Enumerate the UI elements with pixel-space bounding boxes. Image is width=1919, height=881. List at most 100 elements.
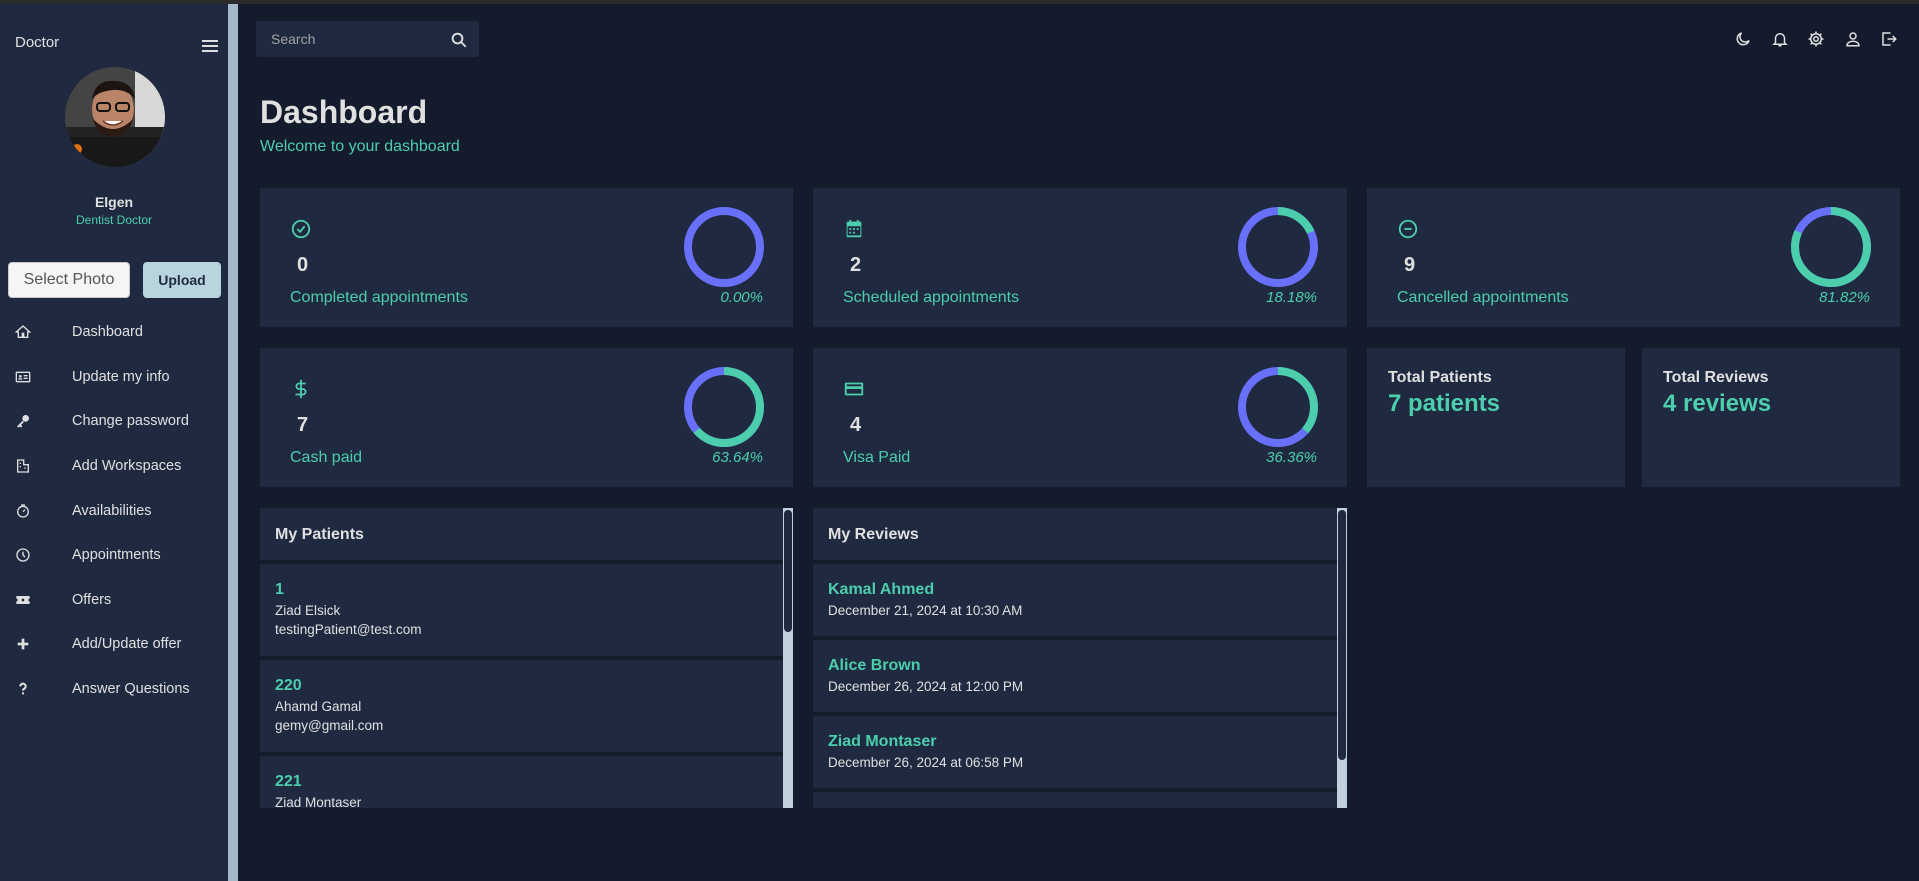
sidebar-item-change-password[interactable]: Change password — [0, 399, 228, 444]
patient-item[interactable]: 221 Ziad Montaser — [260, 756, 793, 808]
user-title: Dentist Doctor — [75, 213, 153, 227]
sidebar-item-label: Add/Update offer — [72, 636, 182, 653]
patient-item[interactable]: 220 Ahamd Gamal gemy@gmail.com — [260, 660, 793, 752]
progress-ring — [684, 207, 764, 287]
clock-icon — [16, 548, 30, 562]
stat-label: Visa Paid — [843, 449, 911, 466]
sidebar-item-label: Add Workspaces — [72, 458, 182, 475]
patient-id: 220 — [275, 677, 302, 694]
sidebar-item-answer-questions[interactable]: Answer Questions — [0, 667, 228, 712]
stat-card-completed: 0 Completed appointments 0.00% — [260, 188, 793, 327]
topbar-icons — [1725, 28, 1908, 50]
reviews-panel-title: My Reviews — [813, 508, 1347, 560]
patients-panel: My Patients 1 Ziad Elsick testingPatient… — [260, 508, 793, 808]
stat-card-cash: 7 Cash paid 63.64% — [260, 348, 793, 487]
building-icon — [17, 459, 29, 473]
search-icon[interactable] — [450, 31, 468, 49]
stat-value: 7 — [297, 414, 309, 436]
avatar — [65, 67, 165, 167]
bell-icon — [1771, 33, 1788, 47]
review-date: December 26, 2024 at 06:58 PM — [828, 755, 1024, 770]
patient-name: Ahamd Gamal — [275, 699, 362, 714]
notifications-button[interactable] — [1762, 28, 1799, 50]
dollar-icon — [295, 379, 307, 399]
upload-button[interactable]: Upload — [143, 262, 221, 298]
sidebar-item-update-info[interactable]: Update my info — [0, 355, 228, 400]
menu-toggle-icon[interactable] — [200, 38, 220, 54]
stat-value: 2 — [850, 254, 862, 276]
reviewer-name: Ziad Montaser — [828, 733, 937, 750]
patient-id: 221 — [275, 773, 302, 790]
ticket-icon — [16, 595, 30, 604]
search-box — [256, 21, 479, 57]
reviews-scrollbar[interactable] — [1337, 508, 1347, 808]
logout-button[interactable] — [1871, 28, 1908, 50]
plus-icon — [17, 639, 29, 650]
stat-label: Scheduled appointments — [843, 289, 1020, 306]
sidebar-item-add-workspaces[interactable]: Add Workspaces — [0, 444, 228, 489]
reviewer-name: Alice Brown — [828, 657, 921, 674]
moon-icon — [1736, 32, 1750, 46]
stat-value: 0 — [297, 254, 309, 276]
progress-ring — [1791, 207, 1871, 287]
question-icon — [19, 682, 27, 695]
sidebar-item-label: Availabilities — [72, 502, 152, 519]
reviews-scroll-thumb[interactable] — [1338, 510, 1346, 760]
search-input[interactable] — [256, 21, 441, 57]
stat-card-visa: 4 Visa Paid 36.36% — [813, 348, 1347, 487]
stat-percent: 36.36% — [1266, 449, 1317, 466]
page-title: Dashboard — [260, 94, 428, 130]
sidebar: Doctor Elgen Dentist Doctor Select Photo… — [0, 4, 228, 881]
total-patients-card: Total Patients 7 patients — [1367, 348, 1625, 487]
calendar-icon — [846, 219, 862, 238]
check-circle-icon — [291, 219, 311, 239]
reviews-panel: My Reviews Kamal Ahmed December 21, 2024… — [813, 508, 1347, 808]
id-card-icon — [15, 371, 31, 383]
review-item[interactable] — [813, 792, 1347, 808]
stat-label: Completed appointments — [290, 289, 468, 306]
stat-label: Cash paid — [290, 449, 363, 466]
patients-scrollbar[interactable] — [783, 508, 793, 808]
review-item[interactable]: Alice Brown December 26, 2024 at 12:00 P… — [813, 640, 1347, 712]
patients-list: 1 Ziad Elsick testingPatient@test.com 22… — [260, 560, 793, 808]
page-subtitle: Welcome to your dashboard — [260, 138, 460, 155]
review-item[interactable]: Kamal Ahmed December 21, 2024 at 10:30 A… — [813, 564, 1347, 636]
stat-label: Cancelled appointments — [1397, 289, 1569, 306]
patient-item[interactable]: 1 Ziad Elsick testingPatient@test.com — [260, 564, 793, 656]
stat-card-scheduled: 2 Scheduled appointments 18.18% — [813, 188, 1347, 327]
theme-toggle-button[interactable] — [1725, 28, 1762, 50]
gear-icon — [1808, 31, 1824, 47]
patients-scroll-thumb[interactable] — [784, 510, 792, 632]
profile-button[interactable] — [1835, 28, 1872, 50]
minus-circle-icon — [1398, 219, 1418, 239]
stat-value: 9 — [1404, 254, 1416, 276]
timer-icon — [17, 504, 29, 518]
total-reviews-card: Total Reviews 4 reviews — [1642, 348, 1900, 487]
sidebar-item-dashboard[interactable]: Dashboard — [0, 310, 228, 355]
reviewer-name: Kamal Ahmed — [828, 581, 935, 598]
key-icon — [17, 415, 29, 429]
sidebar-item-label: Change password — [72, 413, 189, 430]
home-icon — [15, 325, 31, 339]
total-reviews-title: Total Reviews — [1663, 369, 1769, 386]
ring-track — [684, 207, 764, 287]
progress-ring — [684, 367, 764, 447]
total-patients-title: Total Patients — [1388, 369, 1492, 386]
review-item[interactable]: Ziad Montaser December 26, 2024 at 06:58… — [813, 716, 1347, 788]
sidebar-item-appointments[interactable]: Appointments — [0, 533, 228, 578]
person-icon — [1845, 32, 1860, 47]
patient-email: testingPatient@test.com — [275, 622, 422, 637]
sidebar-item-label: Offers — [72, 591, 112, 608]
sidebar-item-label: Appointments — [72, 547, 161, 564]
sidebar-item-label: Dashboard — [72, 324, 143, 341]
patient-name: Ziad Elsick — [275, 603, 341, 618]
sidebar-scrollbar[interactable] — [228, 4, 238, 881]
sidebar-item-offers[interactable]: Offers — [0, 578, 228, 623]
settings-button[interactable] — [1798, 28, 1835, 50]
sidebar-role-label: Doctor — [15, 34, 60, 51]
sidebar-item-availabilities[interactable]: Availabilities — [0, 488, 228, 533]
credit-card-icon — [844, 382, 864, 396]
select-photo-button[interactable]: Select Photo — [8, 262, 130, 298]
sidebar-item-add-update-offer[interactable]: Add/Update offer — [0, 622, 228, 667]
sidebar-nav: Dashboard Update my info Change password… — [0, 310, 228, 711]
